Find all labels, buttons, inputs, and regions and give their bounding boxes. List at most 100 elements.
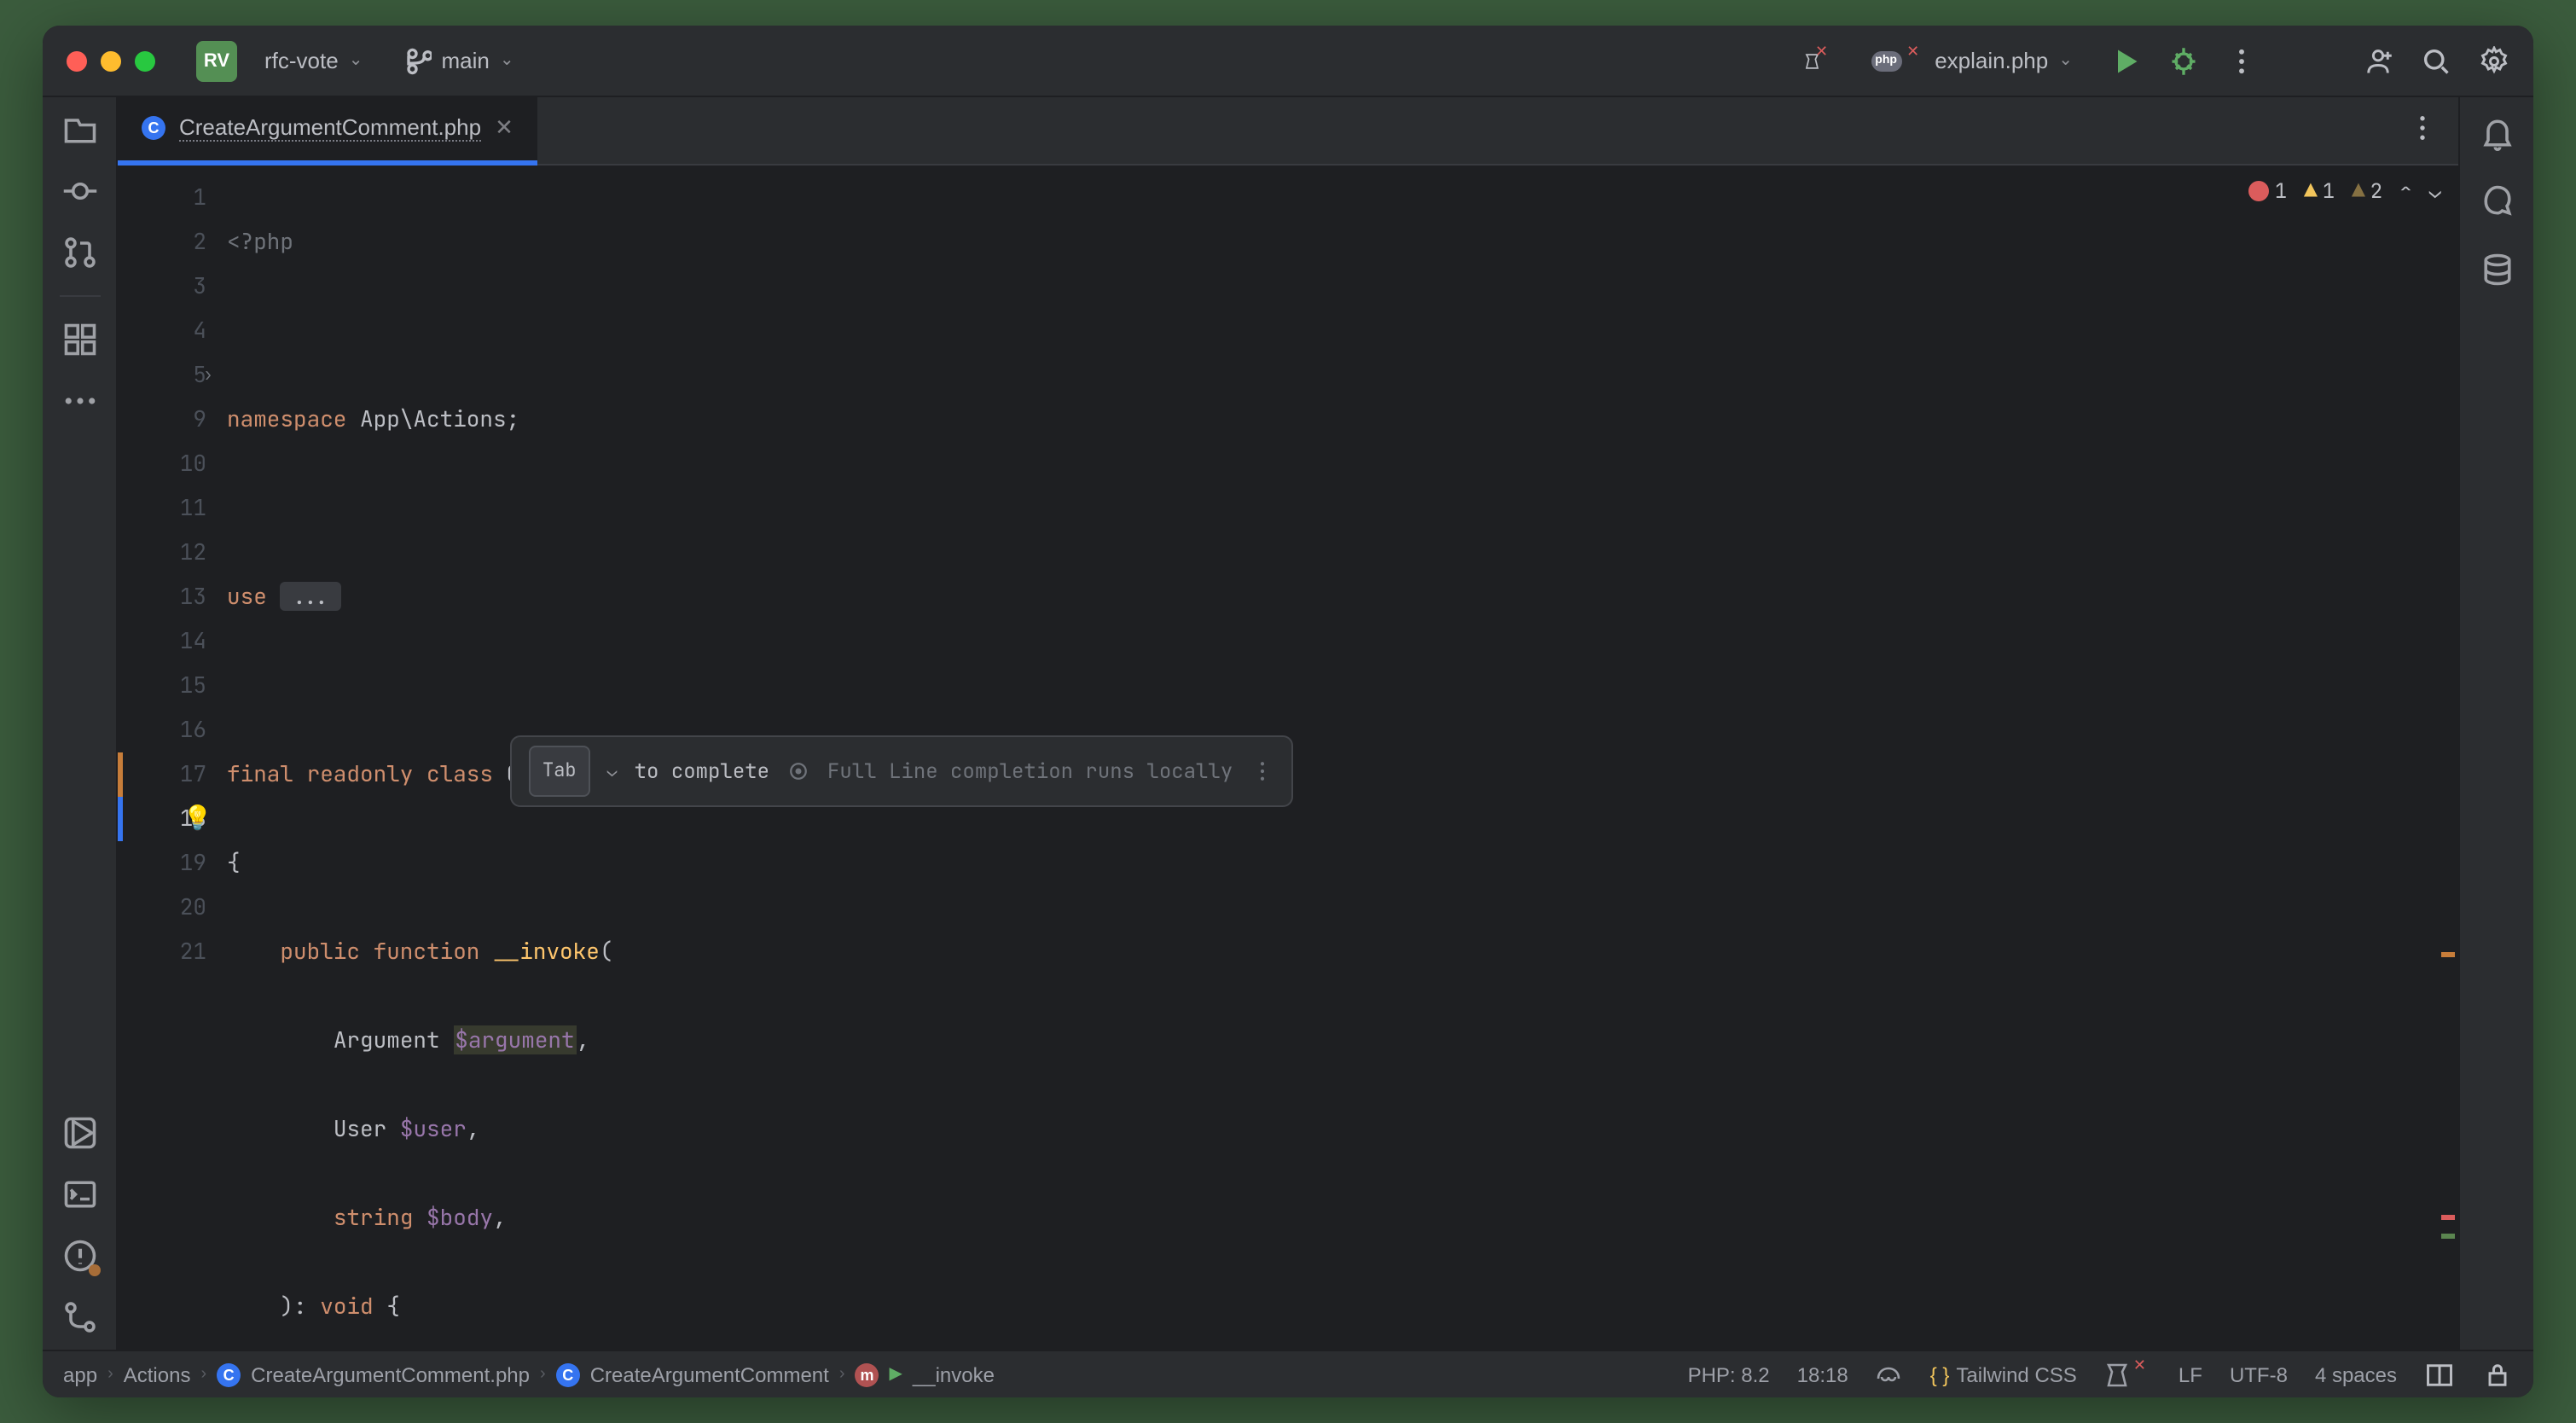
main-area: C CreateArgumentComment.php ✕ 1 ▲1 ▲2 ⌃ … [43, 97, 2533, 1350]
error-stripe[interactable] [2438, 166, 2455, 1350]
code-text: Argument [334, 1025, 453, 1054]
code-text: $body [426, 1203, 493, 1232]
fold-arrow-icon[interactable]: › [203, 353, 213, 398]
project-name: rfc-vote [264, 48, 339, 73]
path-segment[interactable]: app [63, 1362, 97, 1386]
path-segment[interactable]: Actions [124, 1362, 191, 1386]
code-text: $user [400, 1114, 467, 1143]
code-text: $argument [453, 1025, 576, 1054]
change-mark[interactable] [2441, 1234, 2455, 1239]
close-window-button[interactable] [67, 50, 87, 71]
popup-info: Full Line completion runs locally [827, 749, 1233, 793]
window-controls [67, 50, 155, 71]
indent-setting[interactable]: 4 spaces [2315, 1362, 2397, 1386]
more-tools-icon[interactable] [61, 382, 98, 420]
completion-popup[interactable]: Tab ⌄ to complete Full Line completion r… [510, 735, 1292, 807]
code-editor[interactable]: 1 ▲1 ▲2 ⌃ ⌄ 1 2 3 4 5› 9 10 11 12 13 [118, 166, 2458, 1350]
reader-mode-icon[interactable] [2424, 1359, 2455, 1390]
chevron-right-icon: › [200, 1365, 206, 1384]
xdebug-icon[interactable]: ✕ [2104, 1361, 2151, 1388]
code-text: string [334, 1203, 426, 1232]
weak-warnings-badge: ▲2 [2352, 176, 2382, 205]
run-config-selector[interactable]: php✕ explain.php ⌄ [1860, 41, 2083, 80]
code-area[interactable]: <?php namespace App\Actions; use ... fin… [220, 166, 2458, 1350]
local-completion-icon [786, 759, 810, 783]
build-config-icon[interactable]: ✕ [1802, 45, 1833, 76]
method-icon: m [856, 1362, 879, 1386]
code-text: { [374, 1292, 400, 1321]
problems-tool-icon[interactable] [61, 1237, 98, 1275]
branch-selector[interactable]: main ⌄ [390, 38, 524, 83]
close-tab-button[interactable]: ✕ [495, 114, 513, 142]
terminal-tool-icon[interactable] [61, 1176, 98, 1213]
chevron-down-icon: ⌄ [349, 51, 363, 70]
code-text: , [577, 1025, 590, 1054]
runnable-icon: ▶ [890, 1365, 902, 1384]
project-avatar: RV [196, 40, 237, 81]
chevron-down-icon[interactable]: ⌄ [607, 749, 618, 793]
more-actions-button[interactable] [2226, 45, 2257, 76]
code-text: <?php [227, 227, 293, 256]
problems-summary[interactable]: 1 ▲1 ▲2 ⌃ ⌄ [2249, 176, 2441, 205]
tailwind-status[interactable]: { }Tailwind CSS [1930, 1362, 2077, 1386]
path-segment[interactable]: CreateArgumentComment [590, 1362, 829, 1386]
ai-assistant-icon[interactable] [2478, 183, 2515, 220]
code-text: User [334, 1114, 400, 1143]
caret-position[interactable]: 18:18 [1797, 1362, 1848, 1386]
file-encoding[interactable]: UTF-8 [2230, 1362, 2288, 1386]
file-path-breadcrumb: app › Actions › C CreateArgumentComment.… [63, 1362, 995, 1386]
minimize-window-button[interactable] [101, 50, 121, 71]
project-selector[interactable]: rfc-vote ⌄ [254, 41, 373, 80]
run-button[interactable] [2110, 45, 2141, 76]
tab-options-button[interactable] [2387, 113, 2458, 148]
divider [59, 295, 100, 297]
code-text: { [227, 848, 241, 877]
line-separator[interactable]: LF [2179, 1362, 2202, 1386]
php-version[interactable]: PHP: 8.2 [1688, 1362, 1770, 1386]
editor-tab[interactable]: C CreateArgumentComment.php ✕ [118, 97, 537, 165]
lock-icon[interactable] [2482, 1359, 2513, 1390]
code-text: ): [280, 1292, 320, 1321]
code-with-me-icon[interactable] [2363, 45, 2393, 76]
code-text: final readonly class [227, 759, 493, 788]
titlebar: RV rfc-vote ⌄ main ⌄ ✕ php✕ explain.php … [43, 26, 2533, 97]
chevron-right-icon: › [540, 1365, 546, 1384]
settings-icon[interactable] [2479, 45, 2509, 76]
popup-text: to complete [635, 749, 769, 793]
code-text: __invoke [479, 937, 599, 966]
maximize-window-button[interactable] [135, 50, 155, 71]
error-mark[interactable] [2441, 1215, 2455, 1220]
debug-button[interactable] [2168, 45, 2199, 76]
status-bar: app › Actions › C CreateArgumentComment.… [43, 1350, 2533, 1397]
notifications-icon[interactable] [2478, 114, 2515, 152]
code-text: namespace [227, 404, 346, 433]
php-icon: php [1871, 50, 1901, 71]
prev-problem-button[interactable]: ⌃ [2399, 177, 2411, 204]
copilot-icon[interactable] [1876, 1361, 1903, 1388]
search-icon[interactable] [2421, 45, 2451, 76]
database-tool-icon[interactable] [2478, 251, 2515, 288]
path-segment[interactable]: __invoke [913, 1362, 995, 1386]
code-text: use [227, 582, 280, 611]
tab-filename: CreateArgumentComment.php [179, 114, 481, 142]
commit-tool-icon[interactable] [61, 172, 98, 210]
code-text: , [493, 1203, 507, 1232]
intention-bulb-icon[interactable]: 💡 [183, 797, 212, 841]
structure-tool-icon[interactable] [61, 321, 98, 358]
path-segment[interactable]: CreateArgumentComment.php [251, 1362, 530, 1386]
popup-menu-button[interactable] [1250, 756, 1273, 787]
next-problem-button[interactable]: ⌄ [2429, 177, 2441, 204]
code-text: ( [600, 937, 613, 966]
folded-region[interactable]: ... [280, 582, 340, 611]
project-tool-icon[interactable] [61, 111, 98, 148]
run-config-name: explain.php [1935, 48, 2048, 73]
warnings-badge: ▲1 [2304, 176, 2335, 205]
services-tool-icon[interactable] [61, 1114, 98, 1152]
pull-requests-icon[interactable] [61, 234, 98, 271]
vcs-tool-icon[interactable] [61, 1298, 98, 1336]
left-toolbar [43, 97, 118, 1350]
chevron-right-icon: › [839, 1365, 845, 1384]
errors-badge: 1 [2249, 177, 2287, 204]
chevron-right-icon: › [107, 1365, 113, 1384]
warning-mark[interactable] [2441, 952, 2455, 957]
